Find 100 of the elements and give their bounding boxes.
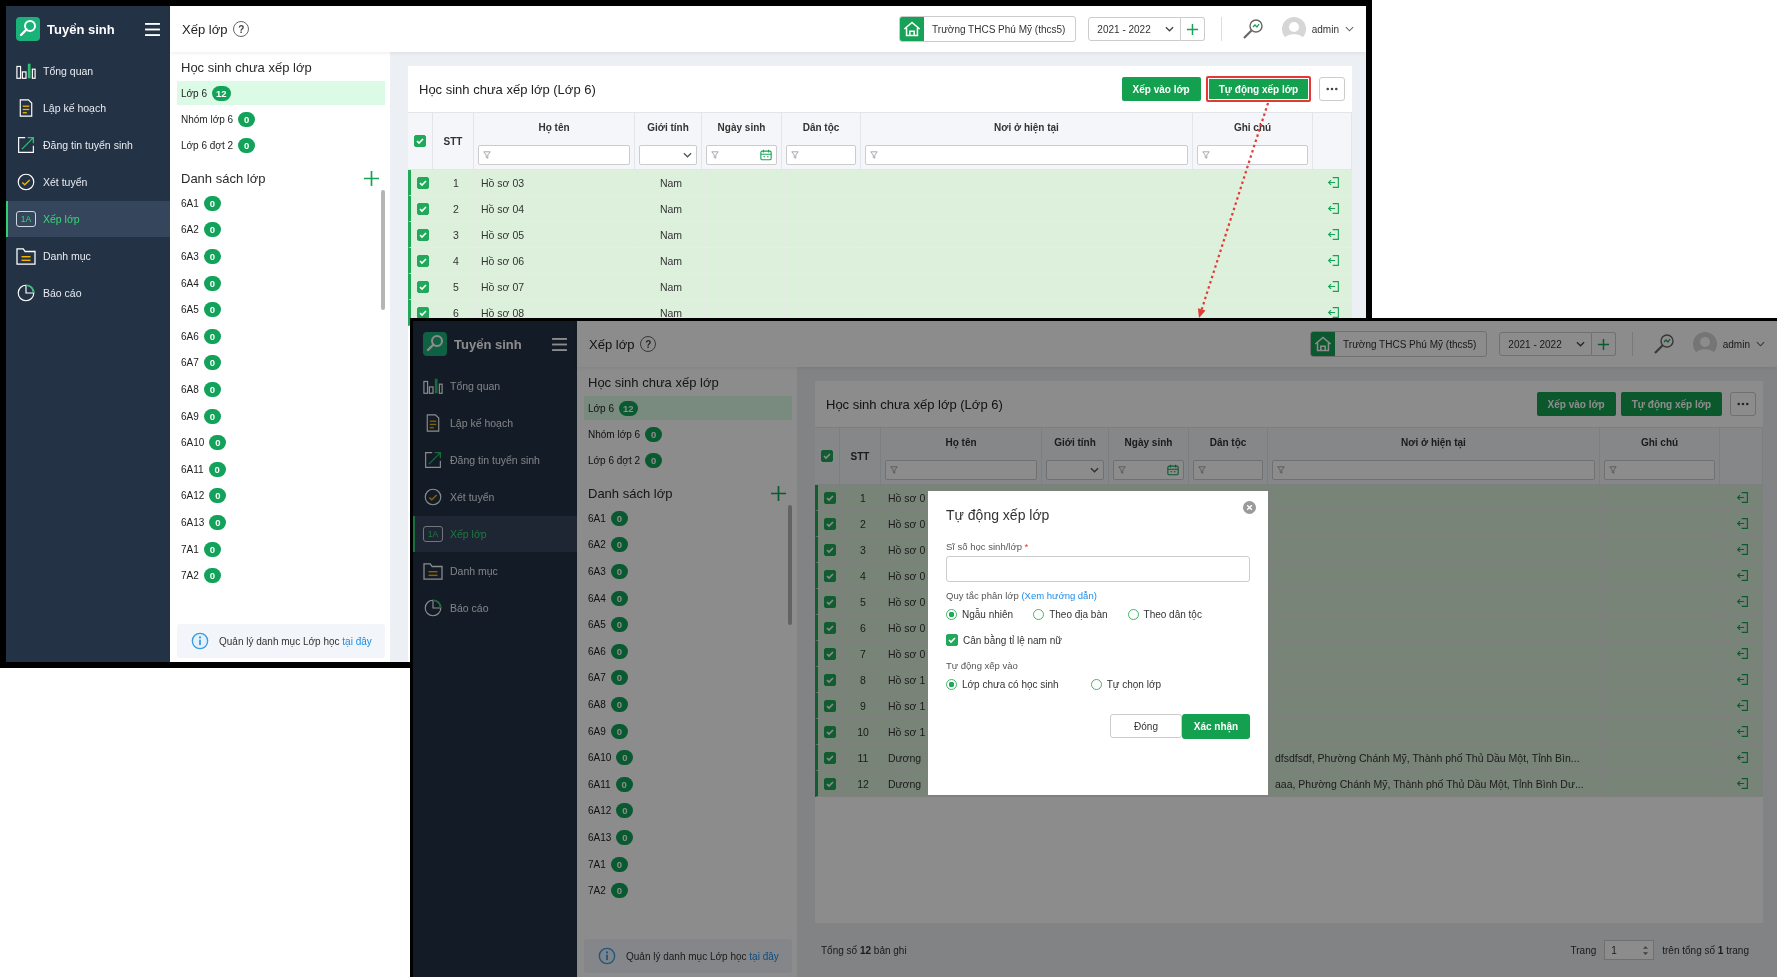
class-item[interactable]: 6A2 0 bbox=[584, 531, 792, 559]
nav-item[interactable]: Xét tuyển bbox=[6, 164, 170, 200]
class-item[interactable]: 6A6 0 bbox=[584, 637, 792, 665]
checkbox[interactable] bbox=[821, 450, 833, 462]
radio-button[interactable] bbox=[946, 609, 957, 620]
class-item[interactable]: 6A3 0 bbox=[177, 243, 385, 270]
input-field[interactable] bbox=[946, 556, 1250, 582]
menu-icon[interactable] bbox=[552, 337, 567, 351]
class-item[interactable]: 7A1 0 bbox=[177, 535, 385, 563]
checkbox[interactable] bbox=[417, 280, 429, 293]
group-item[interactable]: Lớp 6 12 bbox=[177, 81, 385, 105]
table-row[interactable]: 2 Hồ sơ 04 Nam bbox=[408, 196, 1352, 222]
filter-field[interactable] bbox=[706, 145, 777, 165]
class-item[interactable]: 6A8 0 bbox=[177, 376, 385, 403]
school-selector[interactable]: Trường THCS Phú Mỹ (thcs5) bbox=[899, 16, 1077, 42]
class-item[interactable]: 6A7 0 bbox=[177, 349, 385, 377]
class-item[interactable]: 6A9 0 bbox=[584, 717, 792, 745]
class-item[interactable]: 6A7 0 bbox=[584, 664, 792, 692]
table-row[interactable]: 4 Hồ sơ 06 Nam bbox=[408, 248, 1352, 274]
checkbox[interactable] bbox=[946, 634, 958, 646]
caret-icon[interactable] bbox=[1756, 341, 1765, 347]
plus-icon[interactable] bbox=[771, 486, 786, 501]
scrollbar[interactable] bbox=[381, 190, 385, 310]
avatar-icon[interactable] bbox=[1281, 17, 1306, 41]
checkbox[interactable] bbox=[824, 673, 836, 686]
class-item[interactable]: 6A12 0 bbox=[584, 797, 792, 825]
class-item[interactable]: 6A1 0 bbox=[584, 505, 792, 532]
radio-button[interactable] bbox=[1127, 609, 1139, 620]
class-item[interactable]: 7A1 0 bbox=[584, 850, 792, 878]
filter-field[interactable] bbox=[1193, 460, 1263, 480]
filter-field[interactable] bbox=[1113, 460, 1184, 480]
school-selector[interactable]: Trường THCS Phú Mỹ (thcs5) bbox=[1310, 331, 1488, 357]
action-button[interactable]: Tự động xếp lớp bbox=[1205, 76, 1311, 102]
nav-item[interactable]: Đăng tin tuyển sinh bbox=[6, 127, 170, 163]
menu-icon[interactable] bbox=[145, 22, 160, 36]
filter-field[interactable] bbox=[1604, 460, 1715, 480]
magnifier-icon[interactable] bbox=[1241, 18, 1264, 40]
class-item[interactable]: 6A10 0 bbox=[177, 429, 385, 456]
radio-button[interactable] bbox=[1033, 609, 1045, 620]
nav-item[interactable]: Lập kế hoạch bbox=[6, 90, 170, 126]
class-item[interactable]: 6A5 0 bbox=[584, 611, 792, 638]
group-item[interactable]: Lớp 6 đợt 2 0 bbox=[584, 448, 792, 472]
plus-icon[interactable] bbox=[364, 171, 379, 186]
action-button[interactable]: Xếp vào lớp bbox=[1121, 77, 1201, 101]
year-select[interactable]: 2021 - 2022 bbox=[1088, 17, 1181, 41]
class-item[interactable]: 6A5 0 bbox=[177, 296, 385, 323]
checkbox[interactable] bbox=[824, 491, 836, 504]
class-item[interactable]: 6A4 0 bbox=[177, 269, 385, 297]
class-item[interactable]: 6A8 0 bbox=[584, 691, 792, 718]
guide-link[interactable]: (Xem hướng dẫn) bbox=[1021, 590, 1097, 601]
magnifier-icon[interactable] bbox=[1652, 333, 1675, 355]
close-button[interactable]: Đóng bbox=[1110, 714, 1182, 738]
group-item[interactable]: Lớp 6 12 bbox=[584, 396, 792, 420]
add-button[interactable] bbox=[1591, 332, 1616, 356]
sign-in-icon[interactable] bbox=[1327, 306, 1340, 319]
nav-item[interactable]: Danh mục bbox=[6, 238, 170, 274]
filter-field[interactable] bbox=[639, 145, 697, 165]
radio-button[interactable] bbox=[946, 679, 957, 690]
class-item[interactable]: 6A3 0 bbox=[584, 558, 792, 585]
checkbox[interactable] bbox=[824, 569, 836, 582]
class-item[interactable]: 6A11 0 bbox=[584, 770, 792, 798]
filter-field[interactable] bbox=[885, 460, 1037, 480]
checkbox[interactable] bbox=[824, 647, 836, 660]
filter-field[interactable] bbox=[1197, 145, 1308, 165]
checkbox[interactable] bbox=[824, 699, 836, 712]
year-select[interactable]: 2021 - 2022 bbox=[1499, 332, 1592, 356]
filter-field[interactable] bbox=[478, 145, 630, 165]
filter-field[interactable] bbox=[786, 145, 856, 165]
nav-item[interactable]: Báo cáo bbox=[6, 275, 170, 311]
checkbox[interactable] bbox=[417, 202, 429, 215]
table-row[interactable]: 5 Hồ sơ 07 Nam bbox=[408, 274, 1352, 300]
group-item[interactable]: Lớp 6 đợt 2 0 bbox=[177, 133, 385, 157]
class-item[interactable]: 6A13 0 bbox=[584, 824, 792, 851]
filter-field[interactable] bbox=[1272, 460, 1595, 480]
nav-item[interactable]: 1A Xếp lớp bbox=[413, 516, 577, 552]
class-item[interactable]: 6A11 0 bbox=[177, 455, 385, 483]
class-item[interactable]: 7A2 0 bbox=[177, 562, 385, 589]
checkbox[interactable] bbox=[824, 595, 836, 608]
table-row[interactable]: 3 Hồ sơ 05 Nam bbox=[408, 222, 1352, 248]
checkbox[interactable] bbox=[824, 777, 836, 790]
filter-field[interactable] bbox=[865, 145, 1188, 165]
add-button[interactable] bbox=[1180, 17, 1205, 41]
nav-item[interactable]: Tổng quan bbox=[6, 53, 170, 89]
more-button[interactable] bbox=[1730, 392, 1756, 416]
class-item[interactable]: 6A10 0 bbox=[584, 744, 792, 771]
group-item[interactable]: Nhóm lớp 6 0 bbox=[584, 422, 792, 446]
group-item[interactable]: Nhóm lớp 6 0 bbox=[177, 107, 385, 131]
class-item[interactable]: 6A4 0 bbox=[584, 584, 792, 612]
checkbox[interactable] bbox=[417, 228, 429, 241]
class-item[interactable]: 6A12 0 bbox=[177, 482, 385, 510]
user-name[interactable]: admin bbox=[1311, 23, 1339, 35]
user-name[interactable]: admin bbox=[1722, 338, 1750, 350]
more-button[interactable] bbox=[1319, 77, 1345, 101]
checkbox[interactable] bbox=[824, 751, 836, 764]
close-icon[interactable] bbox=[1243, 501, 1256, 514]
class-item[interactable]: 7A2 0 bbox=[584, 877, 792, 904]
checkbox[interactable] bbox=[824, 621, 836, 634]
radio-button[interactable] bbox=[1090, 679, 1102, 690]
checkbox[interactable] bbox=[824, 517, 836, 530]
checkbox[interactable] bbox=[417, 254, 429, 267]
